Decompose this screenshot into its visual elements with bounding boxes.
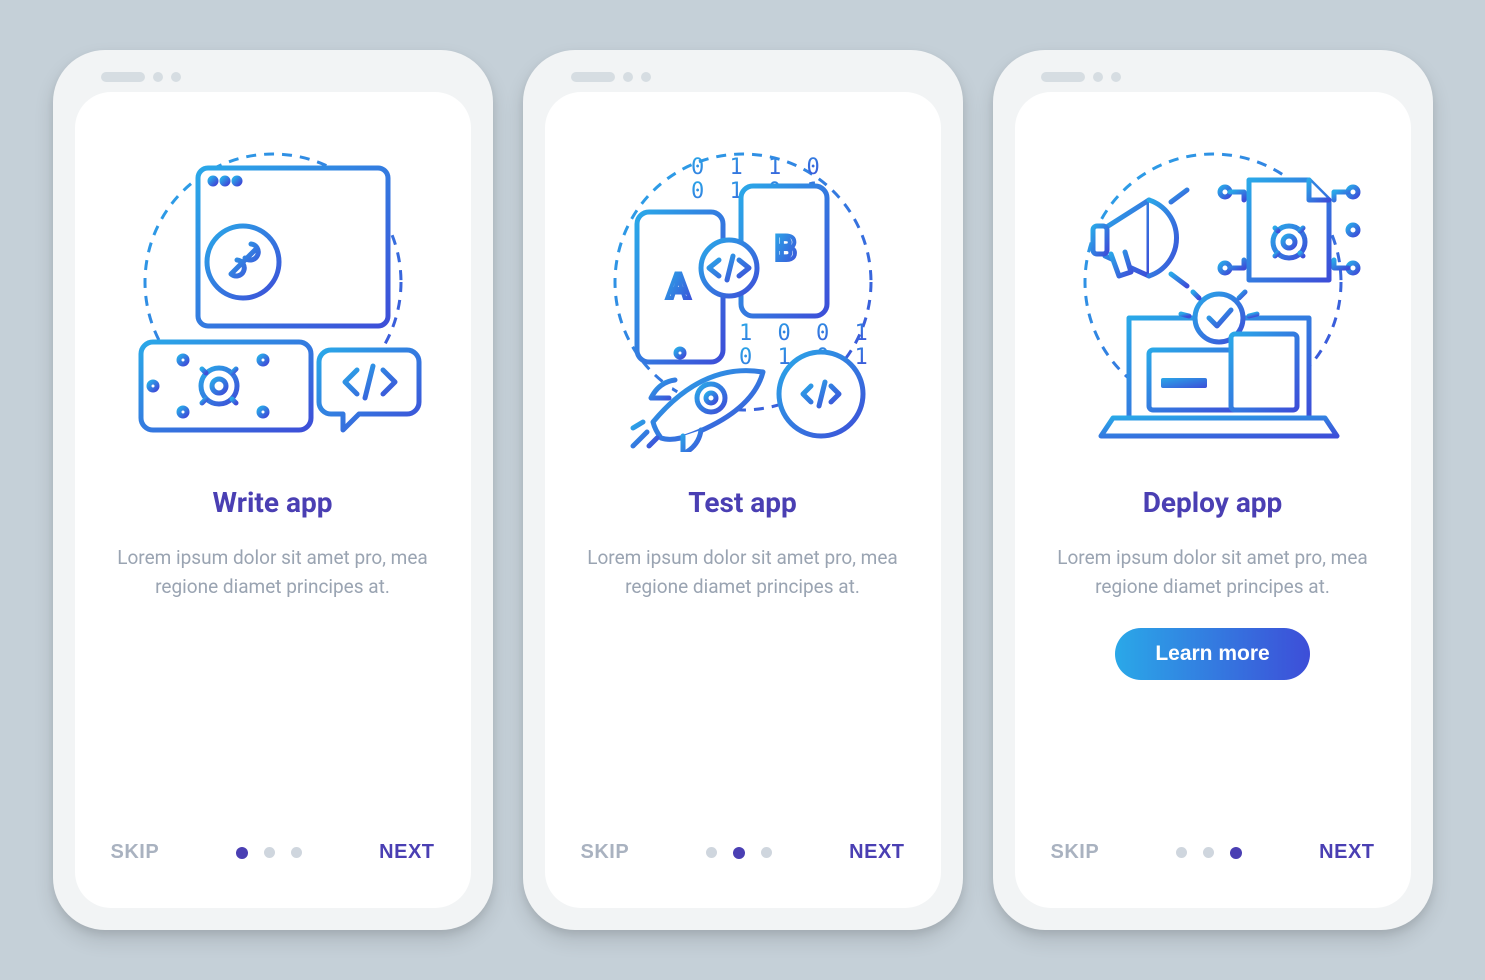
onboarding-screen-1: Write app Lorem ipsum dolor sit amet pro… <box>75 92 471 908</box>
skip-button[interactable]: SKIP <box>111 841 160 864</box>
write-app-illustration <box>113 132 433 452</box>
page-dot[interactable] <box>733 847 745 859</box>
pagination-dots <box>1176 847 1242 859</box>
svg-text:0 1 1 0: 0 1 1 0 <box>691 155 826 180</box>
onboarding-screen-3: Deploy app Lorem ipsum dolor sit amet pr… <box>1015 92 1411 908</box>
page-dot[interactable] <box>706 847 717 858</box>
next-button[interactable]: NEXT <box>379 841 434 864</box>
pagination-dots <box>236 847 302 859</box>
onboarding-footer: SKIP NEXT <box>1045 841 1381 872</box>
pagination-dots <box>706 847 772 859</box>
page-dot[interactable] <box>264 847 275 858</box>
svg-text:A: A <box>667 267 690 307</box>
onboarding-body: Lorem ipsum dolor sit amet pro, mea regi… <box>105 543 441 602</box>
next-button[interactable]: NEXT <box>849 841 904 864</box>
page-dot[interactable] <box>761 847 772 858</box>
page-dot[interactable] <box>236 847 248 859</box>
onboarding-phone-1: Write app Lorem ipsum dolor sit amet pro… <box>53 50 493 930</box>
page-dot[interactable] <box>1176 847 1187 858</box>
skip-button[interactable]: SKIP <box>581 841 630 864</box>
svg-text:1 0 0 1: 1 0 0 1 <box>739 321 874 346</box>
onboarding-footer: SKIP NEXT <box>105 841 441 872</box>
phone-notch <box>75 72 471 82</box>
onboarding-title: Deploy app <box>1143 486 1283 519</box>
onboarding-phone-2: 0 1 1 0 0 1 0 1 B A <box>523 50 963 930</box>
test-app-illustration: 0 1 1 0 0 1 0 1 B A <box>583 132 903 452</box>
svg-text:B: B <box>775 229 797 269</box>
onboarding-title: Write app <box>213 486 333 519</box>
page-dot[interactable] <box>291 847 302 858</box>
onboarding-body: Lorem ipsum dolor sit amet pro, mea regi… <box>1045 543 1381 602</box>
onboarding-screen-2: 0 1 1 0 0 1 0 1 B A <box>545 92 941 908</box>
phone-notch <box>1015 72 1411 82</box>
onboarding-phone-3: Deploy app Lorem ipsum dolor sit amet pr… <box>993 50 1433 930</box>
onboarding-footer: SKIP NEXT <box>575 841 911 872</box>
phone-notch <box>545 72 941 82</box>
next-button[interactable]: NEXT <box>1319 841 1374 864</box>
skip-button[interactable]: SKIP <box>1051 841 1100 864</box>
deploy-app-illustration <box>1053 132 1373 452</box>
onboarding-body: Lorem ipsum dolor sit amet pro, mea regi… <box>575 543 911 602</box>
page-dot[interactable] <box>1203 847 1214 858</box>
page-dot[interactable] <box>1230 847 1242 859</box>
onboarding-title: Test app <box>688 486 797 519</box>
learn-more-button[interactable]: Learn more <box>1115 628 1309 680</box>
